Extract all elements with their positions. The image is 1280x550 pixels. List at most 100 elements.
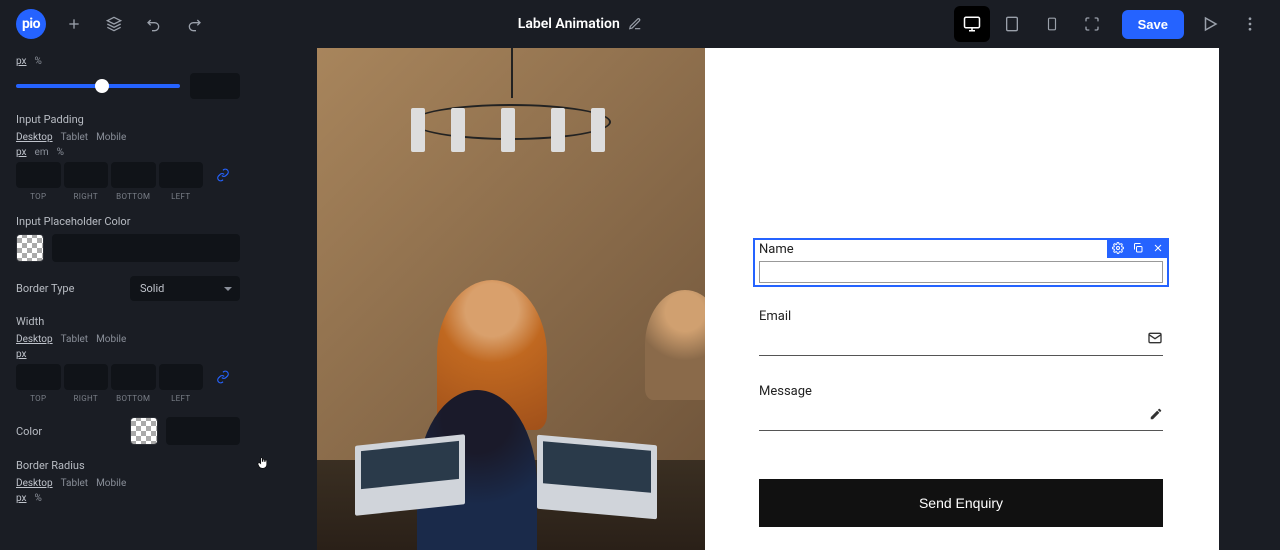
- prop-border-radius: Border Radius Desktop Tablet Mobile px %: [16, 459, 240, 504]
- width-bottom-input[interactable]: [111, 364, 156, 390]
- width-label: Width: [16, 315, 240, 328]
- padding-bottom-input[interactable]: [111, 162, 156, 188]
- unit-row-trail: px %: [16, 56, 240, 67]
- padding-labels: TOP RIGHT BOTTOM LEFT: [16, 192, 240, 201]
- device-row-width: Desktop Tablet Mobile: [16, 334, 240, 345]
- device-mobile-tab[interactable]: Mobile: [96, 132, 126, 143]
- duplicate-icon[interactable]: [1131, 241, 1145, 255]
- device-desktop-tab[interactable]: Desktop: [16, 132, 53, 143]
- device-desktop-tab3[interactable]: Desktop: [16, 478, 53, 489]
- device-mobile-tab3[interactable]: Mobile: [96, 478, 126, 489]
- lbl-bottom: BOTTOM: [111, 192, 156, 201]
- width-right-input[interactable]: [64, 364, 109, 390]
- border-radius-label: Border Radius: [16, 459, 240, 472]
- padding-left-input[interactable]: [159, 162, 204, 188]
- placeholder-color-swatch[interactable]: [16, 234, 44, 262]
- device-tablet-tab[interactable]: Tablet: [61, 132, 88, 143]
- name-input[interactable]: [759, 261, 1163, 283]
- topbar-right: Save: [954, 6, 1264, 42]
- lbl-top2: TOP: [16, 394, 61, 403]
- hero-image: [317, 48, 705, 550]
- name-field[interactable]: Name: [753, 238, 1169, 287]
- submit-button[interactable]: Send Enquiry: [759, 479, 1163, 527]
- border-type-row: Border Type Solid: [16, 276, 240, 301]
- layers-icon[interactable]: [102, 12, 126, 36]
- link-padding-icon[interactable]: [206, 162, 240, 188]
- slider-thumb[interactable]: [95, 79, 109, 93]
- email-field[interactable]: Email: [759, 309, 1163, 356]
- link-width-icon[interactable]: [206, 364, 240, 390]
- fullscreen-icon[interactable]: [1074, 6, 1110, 42]
- page-title-text: Label Animation: [518, 16, 620, 32]
- lbl-top: TOP: [16, 192, 61, 201]
- padding-right-input[interactable]: [64, 162, 109, 188]
- device-tablet[interactable]: [994, 6, 1030, 42]
- prop-prev-trail: px %: [16, 56, 240, 99]
- topbar-left: pio: [16, 9, 206, 39]
- logo[interactable]: pio: [16, 9, 46, 39]
- unit-row-radius: px %: [16, 493, 240, 504]
- unit-px3[interactable]: px: [16, 349, 27, 360]
- redo-icon[interactable]: [182, 12, 206, 36]
- unit-pct4[interactable]: %: [35, 493, 42, 504]
- width-inputs: [16, 364, 240, 390]
- device-mobile-tab2[interactable]: Mobile: [96, 334, 126, 345]
- width-labels: TOP RIGHT BOTTOM LEFT: [16, 394, 240, 403]
- input-padding-label: Input Padding: [16, 113, 240, 126]
- placeholder-color-fill[interactable]: [52, 234, 240, 262]
- color-row: Color: [16, 417, 240, 445]
- more-icon[interactable]: [1236, 10, 1264, 38]
- device-row-radius: Desktop Tablet Mobile: [16, 478, 240, 489]
- plus-icon[interactable]: [62, 12, 86, 36]
- prop-border-type: Border Type Solid: [16, 276, 240, 301]
- device-desktop[interactable]: [954, 6, 990, 42]
- device-mobile[interactable]: [1034, 6, 1070, 42]
- width-top-input[interactable]: [16, 364, 61, 390]
- page-inner: Name Email Message: [317, 48, 1219, 550]
- canvas: Name Email Message: [256, 48, 1280, 550]
- color-swatch[interactable]: [130, 417, 158, 445]
- color-fill[interactable]: [166, 417, 240, 445]
- lbl-right: RIGHT: [64, 192, 109, 201]
- prop-input-padding: Input Padding Desktop Tablet Mobile px e…: [16, 113, 240, 201]
- edit-icon[interactable]: [628, 17, 642, 31]
- unit-px2[interactable]: px: [16, 147, 27, 158]
- device-desktop-tab2[interactable]: Desktop: [16, 334, 53, 345]
- message-label: Message: [759, 384, 1163, 399]
- slider-track[interactable]: [16, 84, 180, 88]
- undo-icon[interactable]: [142, 12, 166, 36]
- unit-px4[interactable]: px: [16, 493, 27, 504]
- logo-text: pio: [22, 16, 40, 32]
- prop-color: Color: [16, 417, 240, 445]
- unit-px[interactable]: px: [16, 56, 27, 67]
- page-title[interactable]: Label Animation: [222, 16, 938, 32]
- page: Name Email Message: [317, 48, 1219, 550]
- device-row-padding: Desktop Tablet Mobile: [16, 132, 240, 143]
- name-label: Name: [759, 242, 1163, 257]
- unit-pct2[interactable]: %: [57, 147, 64, 158]
- slider-value-input[interactable]: [190, 73, 240, 99]
- pencil-icon: [1149, 407, 1163, 425]
- lbl-left: LEFT: [159, 192, 204, 201]
- topbar: pio Label Animation: [0, 0, 1280, 48]
- border-type-select[interactable]: Solid: [130, 276, 240, 301]
- placeholder-color-label: Input Placeholder Color: [16, 215, 240, 228]
- unit-em[interactable]: em: [35, 147, 49, 158]
- width-left-input[interactable]: [159, 364, 204, 390]
- device-tablet-tab2[interactable]: Tablet: [61, 334, 88, 345]
- play-icon[interactable]: [1196, 10, 1224, 38]
- message-field[interactable]: Message: [759, 384, 1163, 431]
- placeholder-color-row: [16, 234, 240, 262]
- save-button[interactable]: Save: [1122, 10, 1184, 39]
- email-input[interactable]: [759, 328, 1163, 356]
- settings-icon[interactable]: [1111, 241, 1125, 255]
- message-input[interactable]: [759, 403, 1163, 431]
- prop-width: Width Desktop Tablet Mobile px TOP RIG: [16, 315, 240, 403]
- slider-row: [16, 73, 240, 99]
- padding-inputs: [16, 162, 240, 188]
- padding-top-input[interactable]: [16, 162, 61, 188]
- unit-pct[interactable]: %: [35, 56, 42, 67]
- prop-placeholder-color: Input Placeholder Color: [16, 215, 240, 262]
- device-tablet-tab3[interactable]: Tablet: [61, 478, 88, 489]
- close-icon[interactable]: [1151, 241, 1165, 255]
